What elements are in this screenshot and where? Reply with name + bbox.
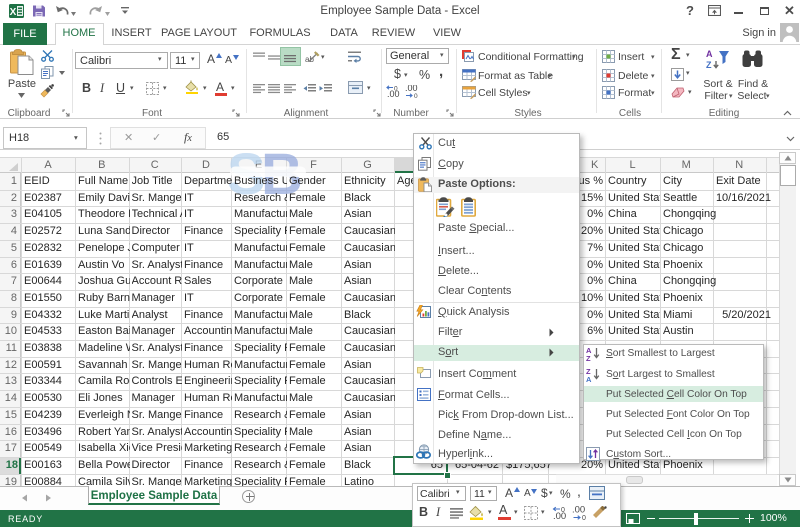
svg-text:A: A	[586, 375, 592, 382]
svg-text:.00: .00	[405, 85, 418, 93]
svg-text:ab: ab	[305, 55, 314, 64]
svg-text:0: 0	[394, 86, 398, 93]
svg-text:0: 0	[561, 507, 565, 514]
svg-text:0: 0	[582, 515, 586, 520]
svg-text:0: 0	[414, 93, 418, 98]
svg-text:A: A	[706, 49, 713, 59]
svg-text:Z: Z	[706, 60, 712, 70]
svg-text:Z: Z	[586, 354, 591, 361]
